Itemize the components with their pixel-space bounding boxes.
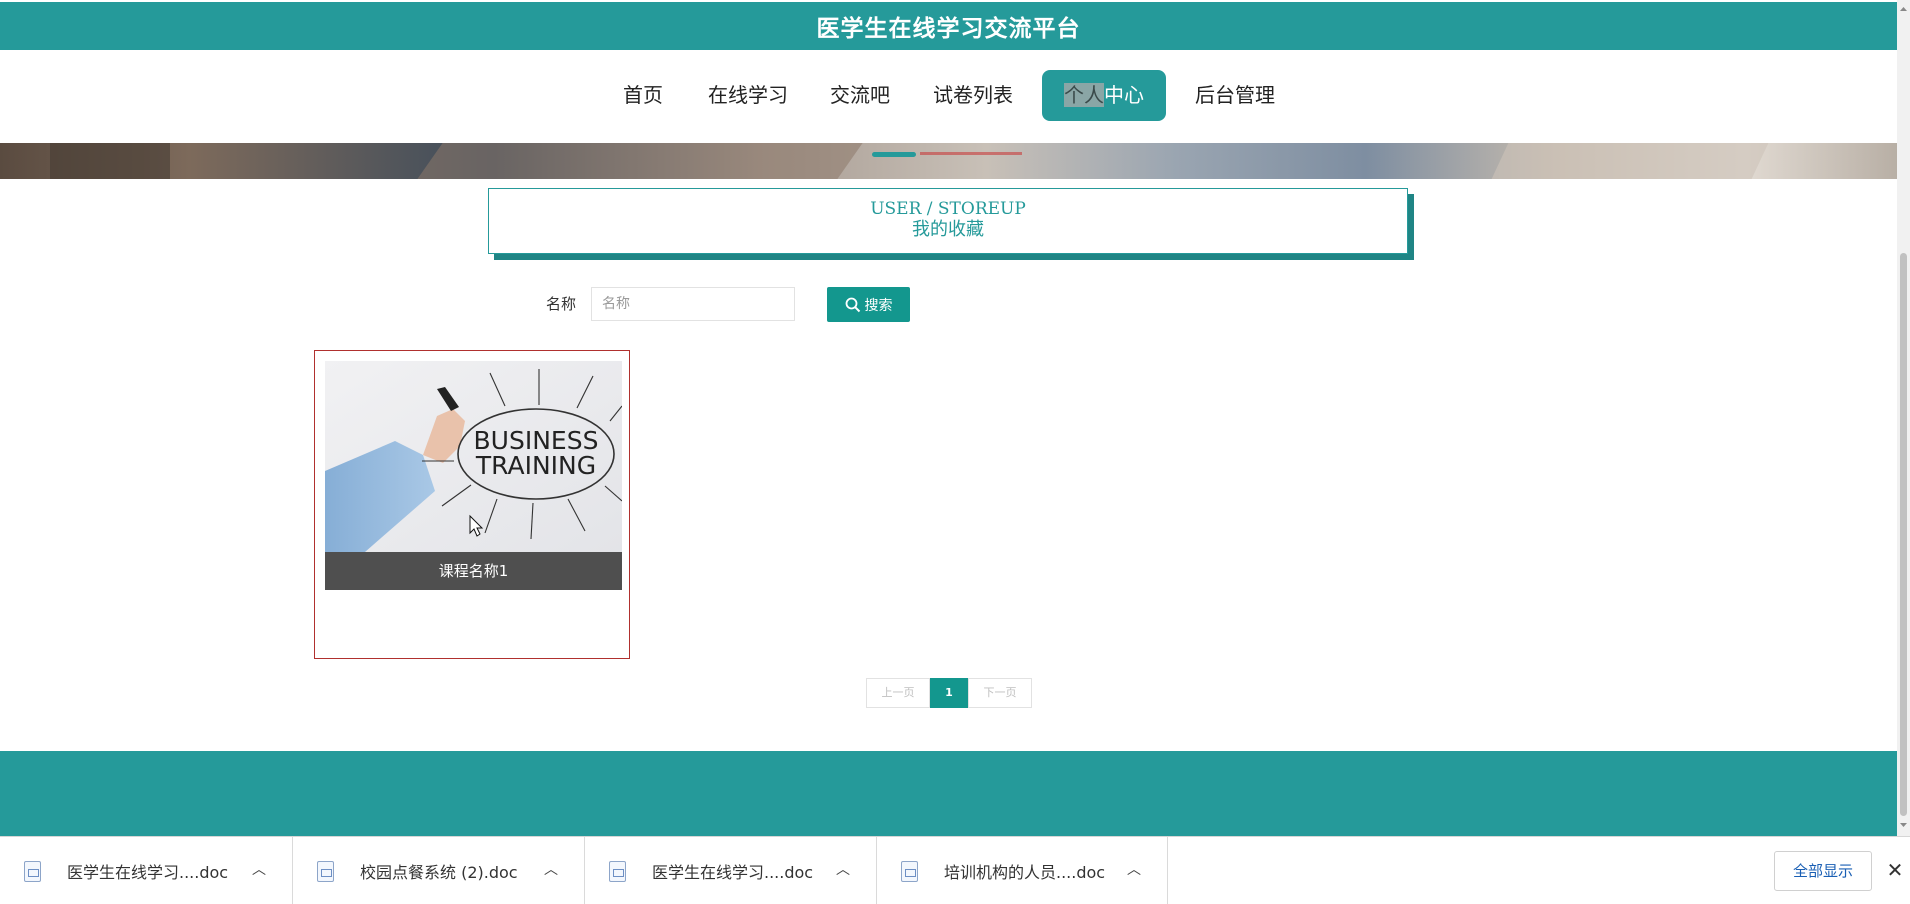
search-input[interactable] <box>591 287 795 321</box>
download-item[interactable]: 校园点餐系统 (2).doc ︿ <box>293 837 585 904</box>
course-title[interactable]: 课程名称1 <box>325 552 622 590</box>
prev-page-button[interactable]: 上一页 <box>866 678 930 708</box>
footer <box>0 751 1897 836</box>
close-icon[interactable]: ✕ <box>1884 856 1906 884</box>
section-heading-en: USER / STOREUP <box>870 199 1026 219</box>
site-title-bar: 医学生在线学习交流平台 <box>0 2 1897 50</box>
site-title: 医学生在线学习交流平台 <box>816 16 1081 42</box>
download-file-name[interactable]: 医学生在线学习....doc <box>652 859 813 883</box>
course-image[interactable]: BUSINESS TRAINING <box>325 361 622 552</box>
search-icon <box>845 297 860 312</box>
image-text-line2: TRAINING <box>475 451 596 480</box>
carousel-indicator-active[interactable] <box>872 152 916 157</box>
pagination: 上一页 1 下一页 <box>866 678 1032 708</box>
nav-item-online-learning[interactable]: 在线学习 <box>703 70 793 121</box>
page-number-current[interactable]: 1 <box>930 678 968 708</box>
scroll-up-arrow-icon[interactable] <box>1897 0 1910 12</box>
document-icon <box>24 861 41 882</box>
search-label: 名称 <box>546 295 577 313</box>
download-file-name[interactable]: 医学生在线学习....doc <box>67 859 228 883</box>
course-image-graphic: BUSINESS TRAINING <box>325 361 622 552</box>
section-heading: USER / STOREUP 我的收藏 <box>488 188 1408 254</box>
carousel-indicator[interactable] <box>920 152 1022 155</box>
nav-item-personal-center[interactable]: 个人中心 <box>1042 70 1166 121</box>
banner-image <box>0 143 1897 179</box>
main-nav: 首页 在线学习 交流吧 试卷列表 个人中心 后台管理 <box>0 50 1897 143</box>
page: 医学生在线学习交流平台 首页 在线学习 交流吧 试卷列表 个人中心 后台管理 U… <box>0 0 1897 836</box>
favorite-card[interactable]: BUSINESS TRAINING 课程名称1 <box>314 350 630 659</box>
next-page-button[interactable]: 下一页 <box>968 678 1032 708</box>
nav-item-personal-center-text: 中心 <box>1104 83 1144 107</box>
nav-item-exam-list[interactable]: 试卷列表 <box>927 70 1019 121</box>
banner-shape <box>417 143 863 179</box>
scroll-down-arrow-icon[interactable] <box>1897 818 1910 832</box>
download-item[interactable]: 医学生在线学习....doc ︿ <box>0 837 293 904</box>
chevron-up-icon[interactable]: ︿ <box>538 855 564 885</box>
nav-item-personal-center-selected-text: 个人 <box>1064 83 1104 107</box>
download-file-name[interactable]: 校园点餐系统 (2).doc <box>360 859 518 883</box>
search-button-label: 搜索 <box>864 297 893 314</box>
banner-shape <box>50 143 170 179</box>
chevron-up-icon[interactable]: ︿ <box>830 855 856 885</box>
download-item[interactable]: 培训机构的人员....doc ︿ <box>877 837 1168 904</box>
search-button[interactable]: 搜索 <box>827 287 910 322</box>
document-icon <box>317 861 334 882</box>
download-bar: 医学生在线学习....doc ︿ 校园点餐系统 (2).doc ︿ 医学生在线学… <box>0 836 1910 904</box>
nav-item-admin[interactable]: 后台管理 <box>1189 70 1281 121</box>
chevron-up-icon[interactable]: ︿ <box>1121 855 1147 885</box>
vertical-scrollbar[interactable] <box>1897 0 1910 836</box>
document-icon <box>901 861 918 882</box>
section-heading-cn: 我的收藏 <box>912 219 984 240</box>
nav-item-home[interactable]: 首页 <box>606 70 680 121</box>
show-all-downloads-button[interactable]: 全部显示 <box>1774 851 1872 891</box>
chevron-up-icon[interactable]: ︿ <box>246 855 272 885</box>
download-item[interactable]: 医学生在线学习....doc ︿ <box>585 837 877 904</box>
document-icon <box>609 861 626 882</box>
nav-item-forum[interactable]: 交流吧 <box>817 70 903 121</box>
download-file-name[interactable]: 培训机构的人员....doc <box>944 859 1105 883</box>
scrollbar-thumb[interactable] <box>1900 253 1907 816</box>
banner-shape <box>1491 143 1769 179</box>
